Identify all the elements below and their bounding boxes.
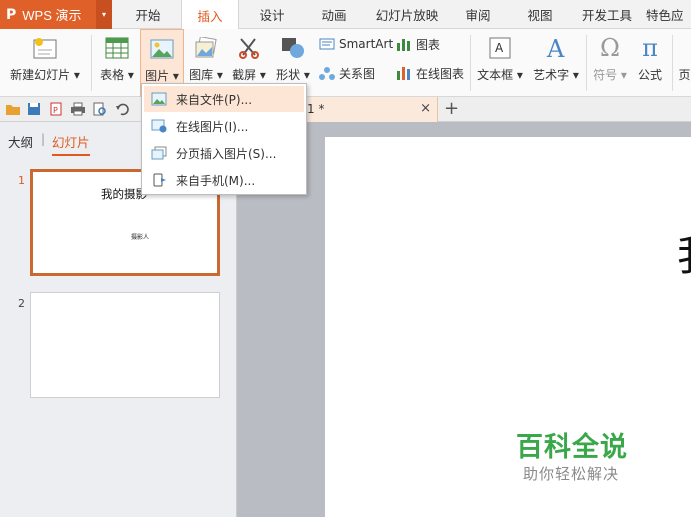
online-image-icon [150,117,168,135]
pi-icon: π [642,34,658,62]
tab-animation[interactable]: 动画 [306,0,362,29]
menu-item-from-phone[interactable]: 来自手机(M)... [144,167,304,193]
symbol-button[interactable]: Ω 符号 ▾ [590,29,630,97]
wps-logo-icon: P [6,6,17,23]
app-title: WPS 演示 [22,8,82,23]
wordart-icon: A [543,35,569,61]
relation-diagram-button[interactable]: 关系图 [319,63,375,83]
new-slide-icon [32,35,58,61]
omega-icon: Ω [600,34,620,62]
open-folder-icon[interactable] [5,101,21,117]
online-chart-button[interactable]: 在线图表 [396,63,464,83]
menu-item-paged-insert[interactable]: 分页插入图片(S)... [144,140,304,166]
relation-label: 关系图 [339,66,376,81]
menu-item-from-file[interactable]: 来自文件(P)... [144,86,304,112]
slide-1-subtitle: 摄影人 [131,234,150,241]
relation-icon [319,65,335,81]
tab-home[interactable]: 开始 [120,0,176,29]
textbox-button[interactable]: A 文本框 ▾ [474,29,526,97]
current-slide[interactable]: 我 [325,137,691,517]
table-button[interactable]: 表格 ▾ [97,29,137,97]
menu-item-label: 来自手机(M)... [176,173,256,188]
phone-icon [150,171,168,189]
svg-text:A: A [546,36,565,60]
more-button[interactable]: 页 [678,29,691,97]
quick-access-bar: P 1 * × + [0,97,691,122]
formula-label: 公式 [637,68,662,82]
tab-design[interactable]: 设计 [244,0,300,29]
textbox-icon: A [487,35,513,61]
svg-text:P: P [53,106,58,115]
close-tab-icon[interactable]: × [420,101,431,116]
tab-review[interactable]: 审阅 [452,0,504,29]
gallery-icon [193,35,219,61]
tab-slides[interactable]: 幻灯片 [52,132,90,156]
gallery-label: 图库 [189,68,214,82]
chart-icon [396,36,412,52]
watermark-subtitle: 助你轻松解决 [523,465,620,483]
app-menu-button[interactable]: P WPS 演示 ▾ [0,0,112,29]
paged-images-icon [150,144,168,162]
menu-item-label: 分页插入图片(S)... [176,146,277,161]
undo-icon[interactable] [114,101,130,117]
table-icon [104,35,130,61]
tab-developer[interactable]: 开发工具 [576,0,638,29]
wordart-label: 艺术字 [533,68,570,82]
document-tab-name: 1 * [307,102,325,116]
tab-view[interactable]: 视图 [514,0,566,29]
smartart-button[interactable]: SmartArt [319,34,393,54]
image-file-icon [150,90,168,108]
screenshot-label: 截屏 [232,68,257,82]
export-pdf-icon[interactable]: P [48,101,64,117]
symbol-label: 符号 [593,68,618,82]
new-slide-label: 新建幻灯片 [10,68,71,82]
more-label: 页 [678,68,691,82]
screenshot-icon [236,35,262,61]
chart-label: 图表 [416,37,441,52]
slide-title-text[interactable]: 我 [677,222,691,283]
online-chart-label: 在线图表 [416,66,465,81]
shapes-label: 形状 [276,68,301,82]
wordart-button[interactable]: A 艺术字 ▾ [530,29,582,97]
slide-number: 2 [18,297,25,310]
table-label: 表格 [100,68,125,82]
slide-number: 1 [18,174,25,187]
menu-item-label: 在线图片(I)... [176,119,249,134]
online-chart-icon [396,65,412,81]
new-tab-icon[interactable]: + [444,98,459,119]
menu-item-online-picture[interactable]: 在线图片(I)... [144,113,304,139]
print-preview-icon[interactable] [92,101,108,117]
tab-insert[interactable]: 插入 [181,0,239,30]
shapes-icon [280,35,306,61]
app-menu-caret-icon[interactable]: ▾ [96,0,112,29]
tab-outline[interactable]: 大纲 [8,132,33,151]
textbox-label: 文本框 [477,68,514,82]
slide-thumbnail-2[interactable] [30,292,220,398]
svg-text:A: A [495,41,504,55]
watermark-title: 百科全说 [516,432,628,463]
menu-tab-bar: P WPS 演示 ▾ 开始 插入 设计 动画 幻灯片放映 审阅 视图 开发工具 … [0,0,691,30]
picture-dropdown-menu: 来自文件(P)... 在线图片(I)... 分页插入图片(S)... 来自手机(… [141,83,307,195]
save-icon[interactable] [26,101,42,117]
picture-label: 图片 [145,69,170,83]
tab-features[interactable]: 特色应 [646,0,691,29]
ribbon-insert: 新建幻灯片 ▾ 表格 ▾ 图片 ▾ 图库 ▾ 截屏 ▾ 形状 ▾ SmartAr… [0,29,691,97]
formula-button[interactable]: π 公式 [632,29,668,97]
picture-icon [149,36,175,62]
chart-button[interactable]: 图表 [396,34,440,54]
tab-slideshow[interactable]: 幻灯片放映 [368,0,446,29]
smartart-label: SmartArt [339,37,394,51]
document-tab[interactable]: 1 * × [290,97,438,122]
new-slide-button[interactable]: 新建幻灯片 ▾ [6,29,84,97]
panel-tab-divider: | [41,132,46,146]
smartart-icon [319,36,335,52]
print-icon[interactable] [70,101,86,117]
menu-item-label: 来自文件(P)... [176,92,253,107]
